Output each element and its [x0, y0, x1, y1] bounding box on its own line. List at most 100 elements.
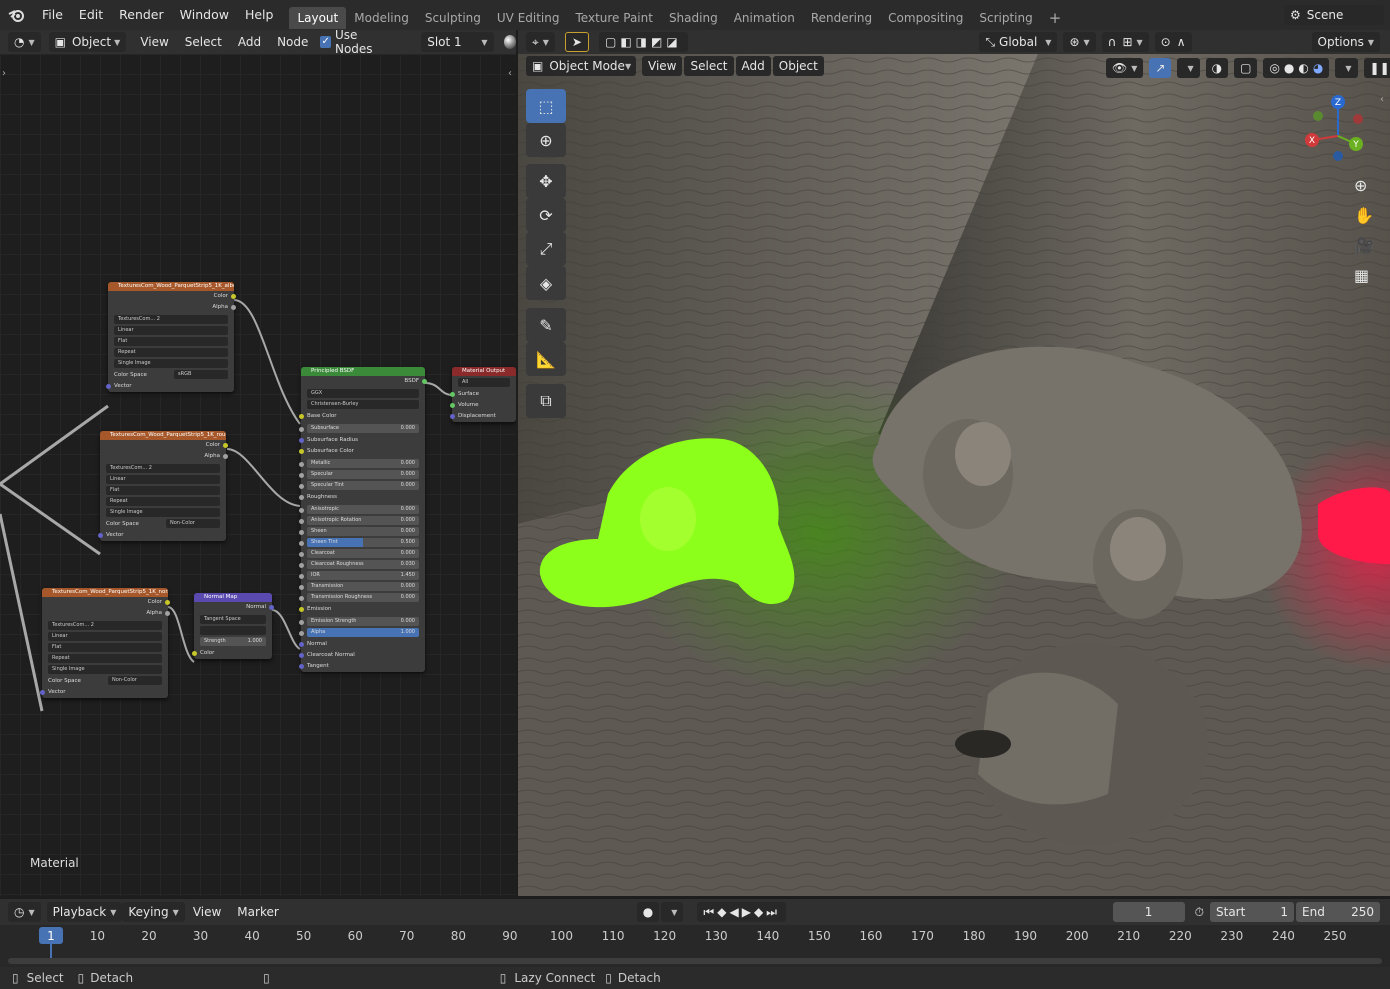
- pivot-point-button[interactable]: ⊛ ▼: [1063, 32, 1096, 52]
- mode-dropdown[interactable]: ▣ Object Mode ▼: [526, 56, 636, 76]
- prev-keyframe-icon[interactable]: ◆: [717, 905, 729, 919]
- bsdf-field-anisotropic[interactable]: Anisotropic 0.000: [299, 505, 419, 514]
- xray-button[interactable]: ▢: [1234, 58, 1258, 78]
- bsdf-field-specular-tint[interactable]: Specular Tint 0.000: [299, 481, 419, 490]
- zoom-icon[interactable]: ⊕: [1354, 176, 1367, 195]
- distribution-dropdown[interactable]: GGX: [307, 389, 419, 398]
- input-socket[interactable]: [299, 508, 304, 513]
- ortho-grid-icon[interactable]: ▦: [1354, 266, 1369, 285]
- overlays-button[interactable]: ◑: [1205, 58, 1229, 78]
- image-selector[interactable]: TexturesCom... 2: [106, 464, 220, 473]
- image-texture-node-roughness[interactable]: TexturesCom_Wood_ParquetStrip5_1K_roug C…: [98, 431, 228, 541]
- bsdf-field-metallic[interactable]: Metallic 0.000: [299, 459, 419, 468]
- input-socket[interactable]: [299, 653, 304, 658]
- camera-icon[interactable]: 🎥: [1354, 236, 1374, 255]
- tab-uv-editing[interactable]: UV Editing: [489, 7, 568, 29]
- tab-scripting[interactable]: Scripting: [971, 7, 1040, 29]
- add-cube-tool[interactable]: ⧉: [526, 384, 566, 418]
- bsdf-field-sheen-tint[interactable]: Sheen Tint 0.500: [299, 538, 419, 547]
- input-displacement-socket[interactable]: [450, 414, 455, 419]
- checkbox-checked-icon[interactable]: ✓: [320, 36, 331, 48]
- pan-hand-icon[interactable]: ✋: [1354, 206, 1374, 225]
- projection-dropdown[interactable]: Flat: [114, 337, 228, 346]
- input-socket[interactable]: [299, 495, 304, 500]
- projection-dropdown[interactable]: Flat: [106, 486, 220, 495]
- rotate-tool[interactable]: ⟳: [526, 198, 566, 232]
- bsdf-field-subsurface-radius[interactable]: Subsurface Radius: [299, 435, 425, 446]
- keyframe-dropdown[interactable]: ▼: [661, 902, 684, 922]
- tab-texture-paint[interactable]: Texture Paint: [568, 7, 661, 29]
- menu-view[interactable]: View: [132, 35, 176, 49]
- material-shading-icon[interactable]: ◐: [1298, 61, 1308, 75]
- bsdf-field-ior[interactable]: IOR 1.450: [299, 571, 419, 580]
- target-dropdown[interactable]: All: [458, 378, 510, 387]
- extension-dropdown[interactable]: Repeat: [106, 497, 220, 506]
- menu-select[interactable]: Select: [177, 35, 230, 49]
- timeline-area[interactable]: 1 10 20 30 40 50 60 70 80 90 100 110 120 130 140 150 160…: [0, 925, 1390, 967]
- wireframe-shading-icon[interactable]: ◎: [1269, 61, 1279, 75]
- menu-edit[interactable]: Edit: [71, 0, 111, 30]
- frame-ruler[interactable]: 1 10 20 30 40 50 60 70 80 90 100 110 120 130 140 150 160…: [0, 925, 1390, 945]
- output-alpha-socket[interactable]: [165, 611, 170, 616]
- input-socket[interactable]: [299, 530, 304, 535]
- interpolation-dropdown[interactable]: Linear: [106, 475, 220, 484]
- gizmo-toggle-button[interactable]: ↗: [1149, 58, 1172, 78]
- menu-file[interactable]: File: [34, 0, 71, 30]
- bsdf-field-transmission[interactable]: Transmission 0.000: [299, 582, 419, 591]
- source-dropdown[interactable]: Single Image: [48, 665, 162, 674]
- output-alpha-socket[interactable]: [231, 305, 236, 310]
- playback-dropdown[interactable]: Playback ▼: [46, 902, 123, 922]
- interpolation-dropdown[interactable]: Linear: [114, 326, 228, 335]
- navigation-gizmo[interactable]: Z X Y: [1298, 94, 1388, 174]
- tab-animation[interactable]: Animation: [726, 7, 803, 29]
- color-space-dropdown[interactable]: Non-Color: [108, 676, 162, 685]
- cursor-tool[interactable]: ⊕: [526, 123, 566, 157]
- node-editor-canvas[interactable]: TexturesCom_Wood_ParquetStrip5_1K_albe C…: [0, 54, 516, 896]
- space-dropdown[interactable]: Tangent Space: [200, 615, 266, 624]
- bsdf-field-anisotropic-rotation[interactable]: Anisotropic Rotation 0.000: [299, 516, 419, 525]
- timeline-scrollbar[interactable]: [8, 958, 1382, 964]
- play-reverse-icon[interactable]: ◀: [729, 905, 741, 919]
- visibility-button[interactable]: 👁 ▼: [1106, 58, 1144, 78]
- input-base-color-socket[interactable]: [299, 414, 304, 419]
- slot-dropdown[interactable]: Slot 1 ▼: [421, 32, 494, 52]
- input-socket[interactable]: [299, 438, 304, 443]
- image-selector[interactable]: TexturesCom... 2: [48, 621, 162, 630]
- proportional-editing-button[interactable]: ⊙ ∧: [1154, 32, 1192, 52]
- principled-bsdf-node[interactable]: Principled BSDF BSDF GGX Christensen-Bur…: [299, 367, 427, 672]
- output-bsdf-socket[interactable]: [422, 379, 427, 384]
- menu-window[interactable]: Window: [172, 0, 237, 30]
- tab-compositing[interactable]: Compositing: [880, 7, 971, 29]
- next-keyframe-icon[interactable]: ◆: [754, 905, 766, 919]
- input-socket[interactable]: [299, 552, 304, 557]
- tab-modeling[interactable]: Modeling: [346, 7, 417, 29]
- interpolation-dropdown[interactable]: Linear: [48, 632, 162, 641]
- input-socket[interactable]: [299, 484, 304, 489]
- menu-render[interactable]: Render: [111, 0, 172, 30]
- input-socket[interactable]: [299, 607, 304, 612]
- bsdf-field-clearcoat-normal[interactable]: Clearcoat Normal: [299, 650, 425, 661]
- solid-shading-icon[interactable]: ●: [1284, 61, 1294, 75]
- output-color-socket[interactable]: [223, 443, 228, 448]
- bsdf-field-roughness[interactable]: Roughness: [299, 492, 425, 503]
- input-socket[interactable]: [299, 596, 304, 601]
- end-frame-field[interactable]: End 250: [1296, 902, 1380, 922]
- measure-tool[interactable]: 📐: [526, 342, 566, 376]
- input-color-socket[interactable]: [192, 651, 197, 656]
- editor-type-button[interactable]: ⌖ ▼: [526, 32, 555, 52]
- auto-keying-button[interactable]: ●: [636, 902, 660, 922]
- bsdf-field-sheen[interactable]: Sheen 0.000: [299, 527, 419, 536]
- move-tool[interactable]: ✥: [526, 164, 566, 198]
- menu-view[interactable]: View: [642, 56, 683, 76]
- bsdf-field-tangent[interactable]: Tangent: [299, 661, 425, 672]
- object-type-dropdown[interactable]: ▣ Object ▼: [48, 32, 127, 52]
- input-vector-socket[interactable]: [106, 384, 111, 389]
- options-dropdown[interactable]: Options ▼: [1311, 32, 1380, 52]
- jump-start-icon[interactable]: ⏮: [703, 905, 717, 920]
- bsdf-field-subsurface-color[interactable]: Subsurface Color: [299, 446, 425, 457]
- rendered-shading-icon[interactable]: ◕: [1313, 61, 1323, 75]
- color-space-dropdown[interactable]: Non-Color: [166, 519, 220, 528]
- input-socket[interactable]: [299, 462, 304, 467]
- bsdf-field-emission[interactable]: Emission: [299, 604, 425, 615]
- material-output-node[interactable]: Material Output All Surface Volume Displ…: [450, 367, 516, 422]
